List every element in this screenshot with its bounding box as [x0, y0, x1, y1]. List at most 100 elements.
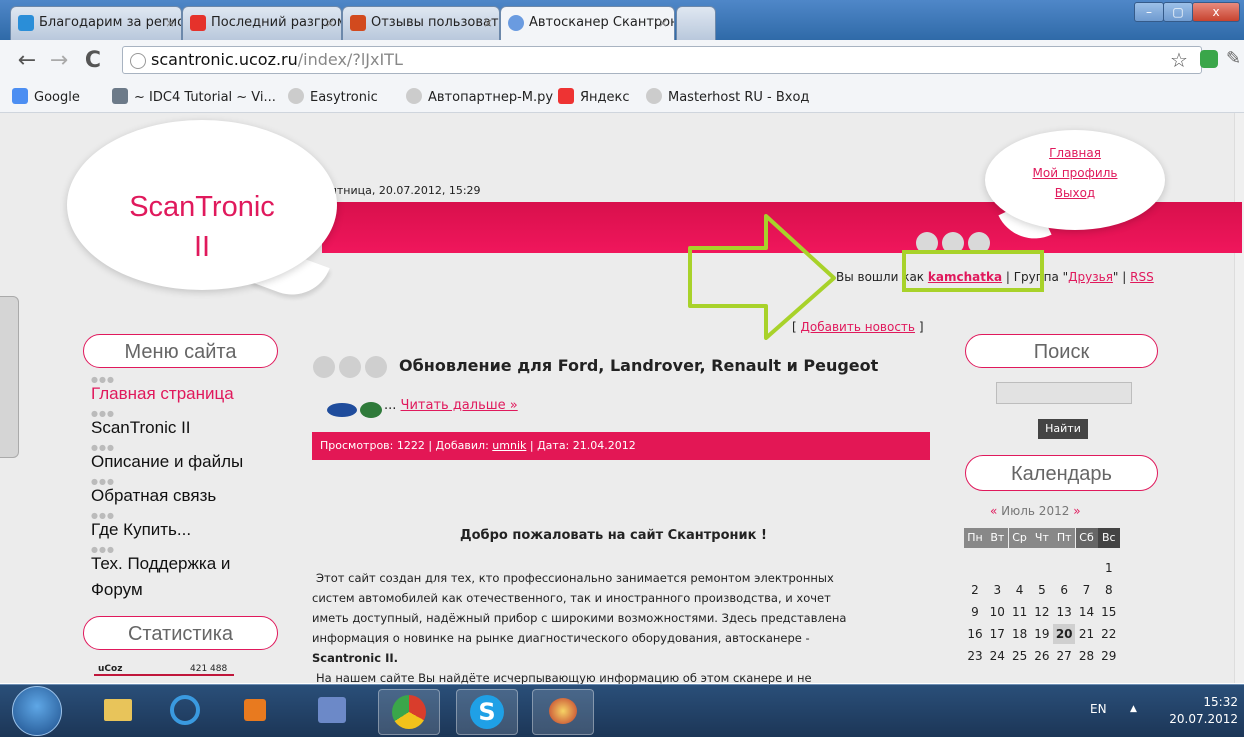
calendar-day[interactable]: 27	[1053, 646, 1075, 666]
tab-1[interactable]: Благодарим за регистрац ×	[10, 6, 182, 40]
menu-item-scantronic[interactable]: ScanTronic II	[91, 418, 191, 438]
welcome-heading: Добро пожаловать на сайт Скантроник !	[460, 528, 767, 543]
calendar-day[interactable]: 13	[1053, 602, 1075, 622]
bookmark-idc4[interactable]: ~ IDC4 Tutorial ~ Vi...	[112, 88, 276, 105]
menu-item-where-to-buy[interactable]: Где Купить...	[91, 520, 191, 540]
calendar-day[interactable]: 26	[1031, 646, 1053, 666]
close-icon[interactable]: ×	[658, 7, 668, 39]
close-icon[interactable]: ×	[483, 7, 493, 39]
taskbar: S	[0, 684, 1244, 737]
calendar-day[interactable]: 10	[986, 602, 1008, 622]
bookmark-masterhost[interactable]: Masterhost RU - Вход	[646, 88, 809, 105]
side-panel-handle[interactable]	[0, 296, 19, 458]
link-home[interactable]: Главная	[985, 146, 1165, 160]
calendar-day[interactable]: 19	[1031, 624, 1053, 644]
calendar-day[interactable]: 11	[1009, 602, 1031, 622]
visitor-counter[interactable]: uCoz 421 488	[92, 664, 247, 676]
prev-month-link[interactable]: «	[990, 504, 997, 518]
calendar-day[interactable]: 2	[964, 580, 986, 600]
taskbar-paint[interactable]	[532, 689, 594, 735]
page-icon	[112, 88, 128, 104]
close-icon[interactable]: ×	[325, 7, 335, 39]
calendar-day[interactable]: 28	[1076, 646, 1098, 666]
rss-link[interactable]: RSS	[1130, 270, 1154, 284]
menu-item-forum[interactable]: Форум	[91, 580, 143, 600]
search-input[interactable]	[996, 382, 1132, 404]
address-bar[interactable]: scantronic.ucoz.ru/index/?lJxITL	[122, 46, 1202, 74]
calendar-day-today[interactable]: 20	[1053, 624, 1076, 644]
taskbar-media[interactable]	[224, 689, 284, 733]
calendar-day[interactable]: 16	[964, 624, 986, 644]
calendar-day[interactable]: 6	[1053, 580, 1075, 600]
calendar-day[interactable]: 3	[986, 580, 1008, 600]
calendar-day[interactable]: 5	[1031, 580, 1053, 600]
link-my-profile[interactable]: Мой профиль	[985, 166, 1165, 180]
bookmark-avtopartner[interactable]: Автопартнер-М.ру ...	[406, 88, 570, 105]
group-link[interactable]: Друзья	[1068, 270, 1113, 284]
menu-dots: ●●●	[91, 409, 115, 418]
calendar-day[interactable]: 29	[1098, 646, 1120, 666]
taskbar-skype[interactable]: S	[456, 689, 518, 735]
url-path: /index/?lJxITL	[297, 50, 403, 69]
vertical-scrollbar[interactable]	[1234, 113, 1244, 683]
bookmark-yandex[interactable]: Яндекс	[558, 88, 630, 105]
bookmark-google[interactable]: Google	[12, 88, 80, 105]
start-button[interactable]	[12, 686, 62, 736]
taskbar-explorer[interactable]	[88, 689, 148, 733]
taskbar-chrome[interactable]	[378, 689, 440, 735]
menu-item-description[interactable]: Описание и файлы	[91, 452, 243, 472]
menu-item-home[interactable]: Главная страница	[91, 384, 234, 404]
bookmark-easytronic[interactable]: Easytronic	[288, 88, 378, 105]
taskbar-ie[interactable]	[156, 689, 216, 733]
ie-icon	[170, 695, 200, 725]
tab-3[interactable]: Отзывы пользователей. Г ×	[342, 6, 500, 40]
menu-item-support[interactable]: Тех. Поддержка и	[91, 554, 230, 574]
news-meta-bar: Просмотров: 1222 | Добавил: umnik | Дата…	[312, 432, 930, 460]
calendar-day[interactable]: 18	[1009, 624, 1031, 644]
ford-logo-icon	[327, 403, 357, 417]
maximize-icon[interactable]: ▢	[1163, 2, 1193, 22]
close-icon[interactable]: ×	[165, 7, 175, 39]
browser-titlebar: Благодарим за регистрац × Последний разг…	[0, 0, 1244, 41]
calendar-day[interactable]: 24	[986, 646, 1008, 666]
back-icon[interactable]: ←	[14, 48, 40, 73]
tab-4-active[interactable]: Автосканер Скантроник - ×	[500, 6, 675, 41]
calendar-day[interactable]: 15	[1098, 602, 1120, 622]
read-more-link[interactable]: Читать дальше »	[401, 398, 518, 413]
forward-icon[interactable]: →	[46, 48, 72, 73]
system-clock[interactable]: 15:32 20.07.2012	[1138, 694, 1238, 728]
calendar-day[interactable]: 8	[1098, 580, 1120, 600]
star-icon[interactable]: ☆	[1170, 48, 1188, 72]
tray-expand-icon[interactable]: ▲	[1130, 704, 1137, 714]
calendar-day[interactable]: 25	[1009, 646, 1031, 666]
site-logo[interactable]: ScanTronic II	[67, 187, 337, 267]
taskbar-tool[interactable]	[302, 689, 362, 733]
link-logout[interactable]: Выход	[985, 186, 1165, 200]
minimize-icon[interactable]: –	[1134, 2, 1164, 22]
calendar-day[interactable]: 12	[1031, 602, 1053, 622]
calendar-day[interactable]: 23	[964, 646, 986, 666]
menu-item-feedback[interactable]: Обратная связь	[91, 486, 216, 506]
media-player-icon	[244, 699, 266, 721]
language-indicator[interactable]: EN	[1090, 702, 1107, 716]
calendar-day[interactable]: 9	[964, 602, 986, 622]
wrench-icon[interactable]: ✎	[1226, 48, 1241, 69]
skype-extension-icon[interactable]	[1200, 50, 1218, 68]
next-month-link[interactable]: »	[1073, 504, 1080, 518]
calendar-day[interactable]: 4	[1009, 580, 1031, 600]
close-window-icon[interactable]: x	[1192, 2, 1240, 22]
intro-line-2: систем автомобилей как отечественного, т…	[312, 591, 831, 605]
tab-2[interactable]: Последний разгром НТВ ×	[182, 6, 342, 40]
calendar-day[interactable]: 17	[986, 624, 1008, 644]
new-tab-button[interactable]	[676, 6, 716, 40]
calendar-day[interactable]: 14	[1076, 602, 1098, 622]
reload-icon[interactable]: C	[80, 48, 106, 73]
calendar-day[interactable]: 21	[1076, 624, 1098, 644]
calendar-day[interactable]: 22	[1098, 624, 1120, 644]
calendar-day[interactable]: 1	[1098, 558, 1120, 578]
news-title[interactable]: Обновление для Ford, Landrover, Renault …	[399, 356, 878, 375]
calendar-day[interactable]: 7	[1076, 580, 1098, 600]
author-link[interactable]: umnik	[492, 439, 526, 452]
search-button[interactable]: Найти	[1038, 419, 1088, 439]
stats-heading: Статистика	[83, 616, 278, 650]
